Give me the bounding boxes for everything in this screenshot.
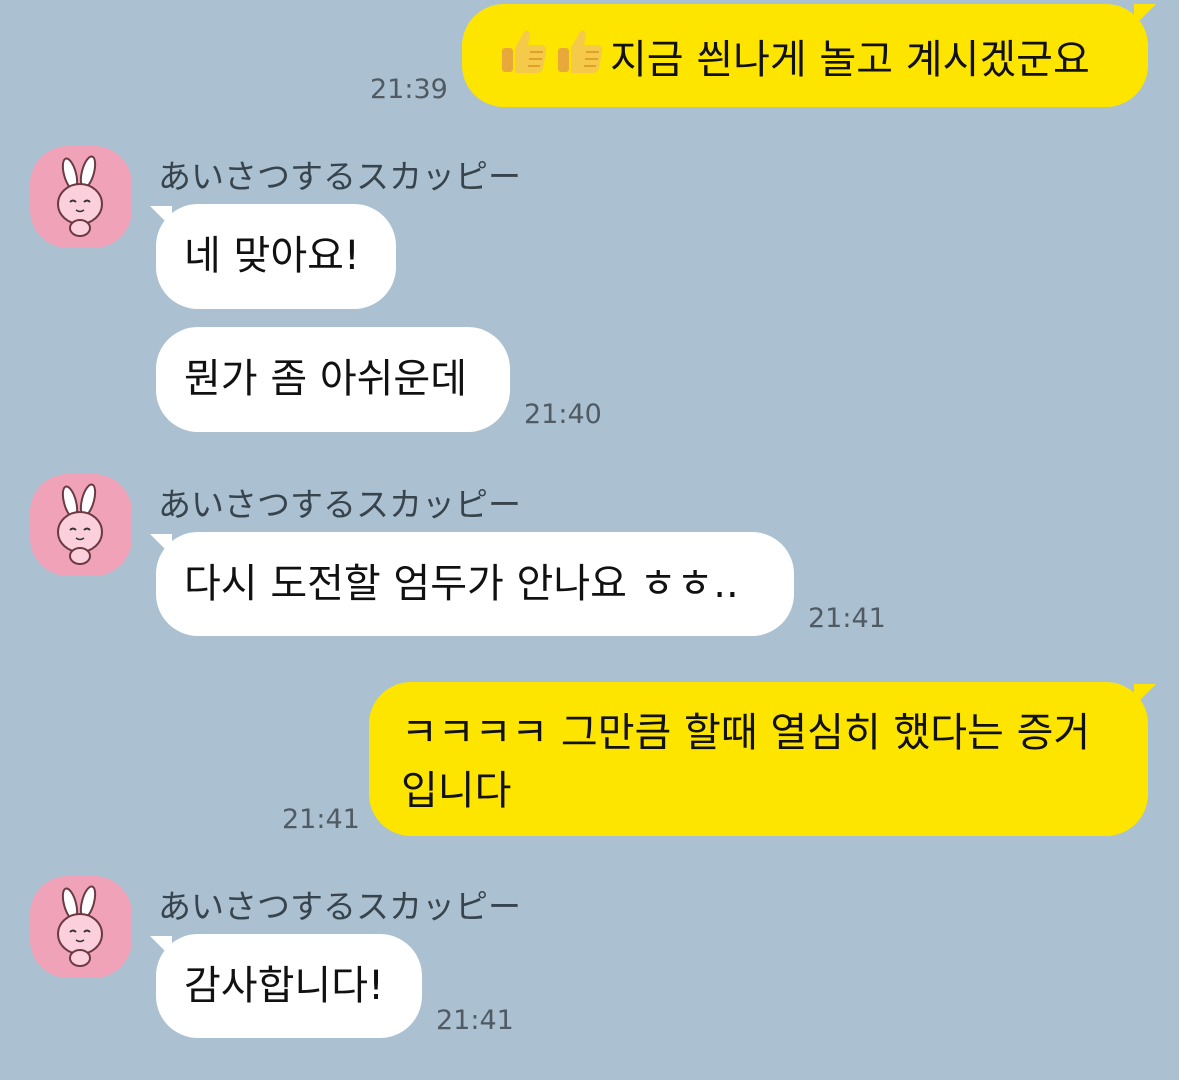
message-bubble-incoming[interactable]: 다시 도전할 엄두가 안나요 ㅎㅎ.. bbox=[156, 532, 794, 636]
message-bubble-incoming[interactable]: 네 맞아요! bbox=[156, 204, 396, 309]
message-text: 뭔가 좀 아쉬운데 bbox=[184, 356, 468, 402]
message-text-line: ㅋㅋㅋㅋ 그만큼 할때 열심히 했다는 증거 bbox=[401, 710, 1091, 756]
message-text-line: 입니다 bbox=[401, 768, 512, 814]
sender-name: あいさつするスカッピー bbox=[158, 485, 521, 524]
thumbs-up-icon bbox=[554, 26, 606, 94]
chat-area[interactable]: 지금 씐나게 놀고 계시겠군요 21:39 あいさつするスカッピー 네 맞아요!… bbox=[0, 0, 1179, 1080]
bubble-tail bbox=[1134, 684, 1156, 706]
message-bubble-outgoing[interactable]: ㅋㅋㅋㅋ 그만큼 할때 열심히 했다는 증거 입니다 bbox=[369, 682, 1148, 836]
bubble-tail bbox=[1134, 4, 1156, 26]
message-time: 21:40 bbox=[524, 399, 602, 430]
message-time: 21:39 bbox=[370, 74, 448, 105]
message-text: 감사합니다! bbox=[184, 963, 385, 1009]
message-text: 지금 씐나게 놀고 계시겠군요 bbox=[610, 37, 1090, 83]
bunny-avatar-icon bbox=[57, 155, 103, 237]
message-bubble-incoming[interactable]: 뭔가 좀 아쉬운데 bbox=[156, 327, 510, 432]
sender-name: あいさつするスカッピー bbox=[158, 887, 521, 926]
message-time: 21:41 bbox=[808, 603, 886, 634]
message-bubble-outgoing[interactable]: 지금 씐나게 놀고 계시겠군요 bbox=[462, 4, 1148, 107]
message-text: 다시 도전할 엄두가 안나요 ㅎㅎ.. bbox=[184, 561, 739, 607]
message-time: 21:41 bbox=[436, 1005, 514, 1036]
avatar[interactable] bbox=[30, 146, 132, 248]
message-bubble-incoming[interactable]: 감사합니다! bbox=[156, 934, 422, 1038]
avatar[interactable] bbox=[30, 876, 132, 978]
message-text: 네 맞아요! bbox=[184, 233, 360, 279]
bunny-avatar-icon bbox=[57, 885, 103, 967]
avatar[interactable] bbox=[30, 474, 132, 576]
thumbs-up-icon bbox=[498, 26, 550, 94]
sender-name: あいさつするスカッピー bbox=[158, 157, 521, 196]
bunny-avatar-icon bbox=[57, 483, 103, 565]
message-time: 21:41 bbox=[282, 804, 360, 835]
